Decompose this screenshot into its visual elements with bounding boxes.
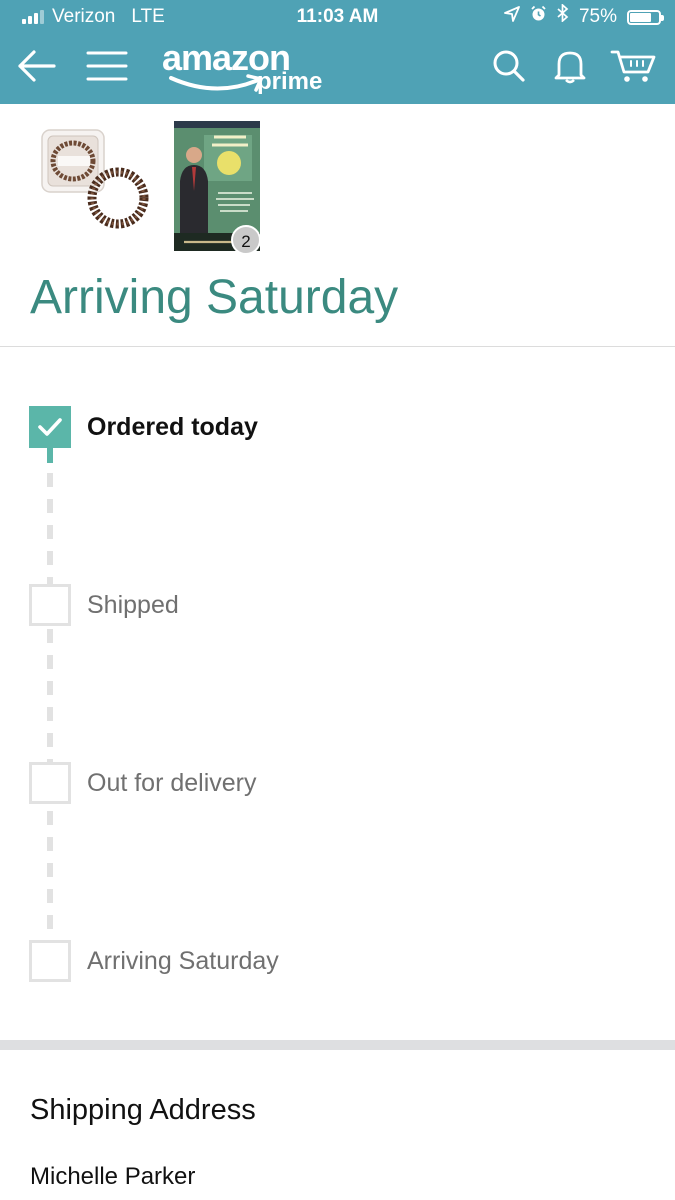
shipping-recipient-name: Michelle Parker [30, 1163, 196, 1190]
cart-button[interactable] [610, 43, 656, 89]
location-arrow-icon [504, 0, 520, 34]
battery-icon [627, 9, 664, 25]
step-checkbox-completed [29, 406, 71, 448]
search-button[interactable] [486, 43, 532, 89]
status-right: 75% [504, 0, 664, 34]
tracker-step-shipped: Shipped [29, 583, 179, 627]
hair-tie-product-image[interactable] [40, 128, 150, 232]
search-icon [493, 50, 525, 82]
quantity-badge: 2 [231, 225, 261, 255]
tracker-step-arriving: Arriving Saturday [29, 939, 279, 983]
app-header: Verizon LTE 11:03 AM 75% amazon prime [0, 0, 675, 104]
bell-icon [554, 51, 586, 84]
hamburger-menu-icon [86, 51, 128, 81]
cart-icon [610, 50, 656, 82]
shipping-address-heading: Shipping Address [30, 1094, 256, 1126]
tracker-step-out-for-delivery: Out for delivery [29, 761, 257, 805]
section-divider [0, 1040, 675, 1050]
shipment-tracker: Ordered today Shipped Out for delivery A… [0, 347, 675, 1040]
bluetooth-icon [557, 0, 569, 34]
notifications-button[interactable] [547, 43, 593, 89]
step-label: Ordered today [87, 412, 258, 441]
navigation-bar: amazon prime [0, 34, 675, 104]
step-label: Arriving Saturday [87, 946, 279, 975]
step-label: Out for delivery [87, 768, 257, 797]
back-button[interactable] [13, 43, 59, 89]
battery-percent: 75% [578, 6, 617, 27]
step-checkbox [29, 762, 71, 804]
battery-fill [630, 12, 651, 22]
arrival-heading: Arriving Saturday [30, 271, 399, 324]
alarm-icon [530, 0, 547, 34]
step-checkbox [29, 940, 71, 982]
tracker-progress-line [47, 447, 53, 947]
step-checkbox [29, 584, 71, 626]
amazon-prime-logo[interactable]: amazon prime [162, 38, 332, 98]
status-bar: Verizon LTE 11:03 AM 75% [0, 0, 675, 34]
logo-prime-text: prime [257, 68, 323, 95]
menu-button[interactable] [84, 43, 130, 89]
back-arrow-icon [18, 50, 56, 82]
step-label: Shipped [87, 590, 179, 619]
tracker-step-ordered: Ordered today [29, 405, 258, 449]
logo-smile-icon [169, 74, 263, 92]
order-items-section: 2 Arriving Saturday [0, 104, 675, 347]
checkmark-icon [38, 418, 62, 436]
